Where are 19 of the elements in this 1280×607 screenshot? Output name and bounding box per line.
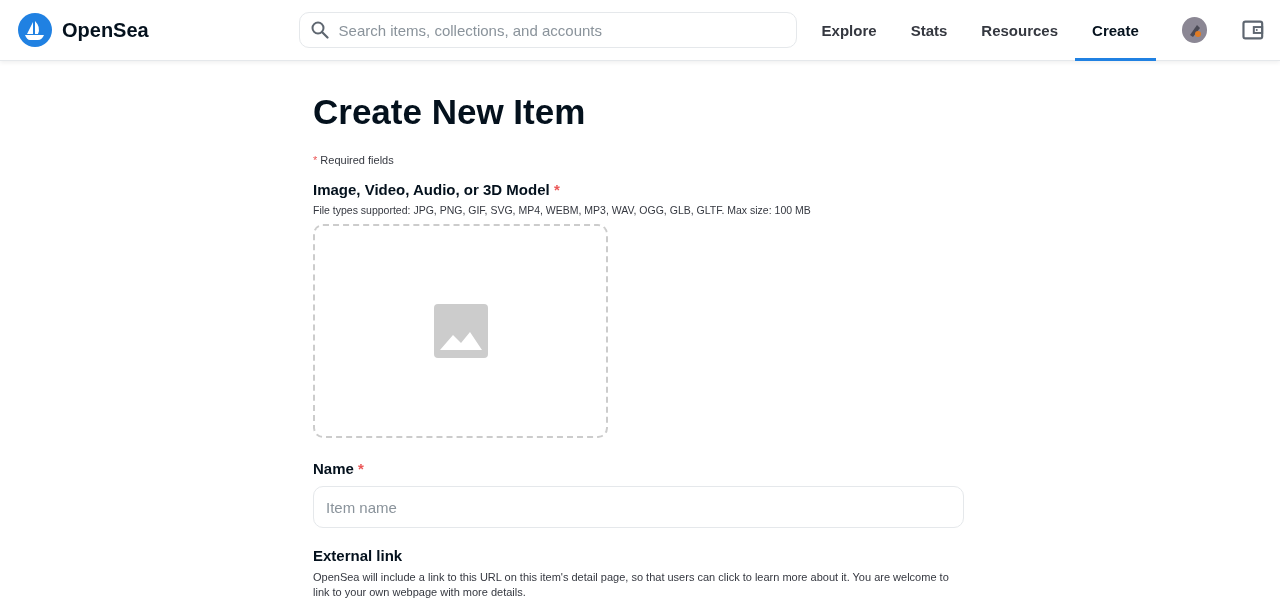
nav-tab[interactable]: Explore (804, 0, 894, 61)
image-icon (433, 304, 488, 358)
item-name-field[interactable]: Item name (313, 486, 964, 528)
media-label: Image, Video, Audio, or 3D Model * (313, 180, 561, 200)
nav-tab[interactable]: Stats (893, 0, 965, 61)
wallet-icon[interactable] (1242, 20, 1264, 40)
page-title: Create New Item (313, 91, 587, 133)
external-link-description: OpenSea will include a link to this URL on this item's detail page, so that users can click to learn more about it. You are welcome to link to your own webpage with more details. (313, 570, 950, 600)
logo-icon[interactable] (18, 13, 52, 47)
external-link-label: External link (313, 546, 404, 566)
avatar-icon[interactable] (1181, 17, 1208, 43)
name-label: Name * (313, 459, 365, 479)
file-types-hint: File types supported: JPG, PNG, GIF, SVG, MP4, WEBM, MP3, WAV, OGG, GLB, GLTF. Max size: 100 MB (313, 204, 812, 217)
nav-tab[interactable]: Create (1075, 0, 1156, 61)
nav-tab[interactable]: Resources (964, 0, 1076, 61)
search-icon (310, 21, 329, 39)
brand-name[interactable]: OpenSea (62, 18, 149, 42)
search-field[interactable]: Search items, collections, and accounts (298, 12, 797, 48)
required-fields-note: * Required fields (313, 153, 395, 167)
